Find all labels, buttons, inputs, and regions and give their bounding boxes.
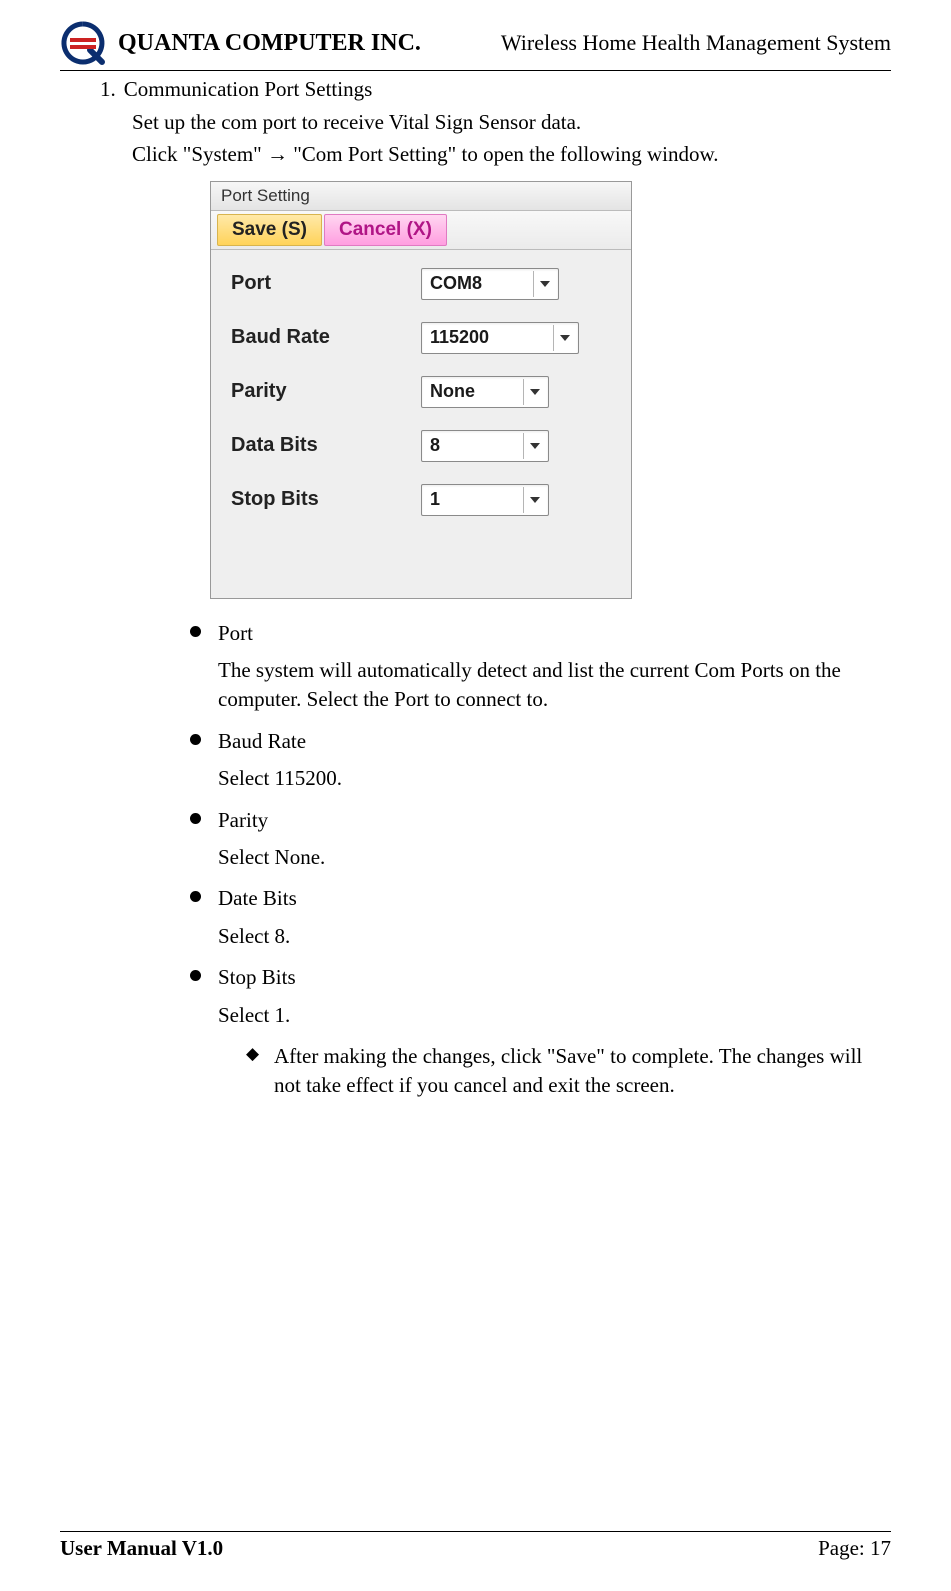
stopbits-label: Stop Bits bbox=[231, 488, 421, 511]
footer-divider bbox=[60, 1531, 891, 1532]
footer-left: User Manual V1.0 bbox=[60, 1536, 223, 1561]
bullet-baud-body: Select 115200. bbox=[218, 764, 891, 793]
bullet-parity-title: Parity bbox=[218, 808, 268, 832]
bullet-databits-body: Select 8. bbox=[218, 922, 891, 951]
bullet-parity-body: Select None. bbox=[218, 843, 891, 872]
bullet-note: After making the changes, click "Save" t… bbox=[246, 1042, 891, 1101]
bullet-stopbits-body: Select 1. bbox=[218, 1001, 891, 1030]
cancel-button[interactable]: Cancel (X) bbox=[324, 214, 447, 246]
stopbits-combo[interactable]: 1 bbox=[421, 484, 549, 516]
section-line2: Click "System" → "Com Port Setting" to o… bbox=[100, 140, 891, 168]
bullet-port: Port The system will automatically detec… bbox=[190, 619, 891, 715]
section-line1: Set up the com port to receive Vital Sig… bbox=[100, 108, 891, 136]
save-button[interactable]: Save (S) bbox=[217, 214, 322, 246]
baud-label: Baud Rate bbox=[231, 326, 421, 349]
section-title: Communication Port Settings bbox=[124, 77, 373, 102]
bullet-baud: Baud Rate Select 115200. bbox=[190, 727, 891, 794]
company-logo bbox=[60, 20, 106, 66]
chevron-down-icon bbox=[553, 325, 576, 351]
bullet-stopbits: Stop Bits Select 1. After making the cha… bbox=[190, 963, 891, 1101]
chevron-down-icon bbox=[533, 271, 556, 297]
bullet-stopbits-title: Stop Bits bbox=[218, 965, 296, 989]
port-combo[interactable]: COM8 bbox=[421, 268, 559, 300]
parity-label: Parity bbox=[231, 380, 421, 403]
parity-combo[interactable]: None bbox=[421, 376, 549, 408]
databits-label: Data Bits bbox=[231, 434, 421, 457]
port-value: COM8 bbox=[430, 273, 482, 294]
bullet-port-body: The system will automatically detect and… bbox=[218, 656, 891, 715]
chevron-down-icon bbox=[523, 487, 546, 513]
dialog-title: Port Setting bbox=[211, 182, 631, 211]
page-footer: User Manual V1.0 Page: 17 bbox=[60, 1521, 891, 1562]
databits-value: 8 bbox=[430, 435, 440, 456]
bullet-port-title: Port bbox=[218, 621, 253, 645]
chevron-down-icon bbox=[523, 433, 546, 459]
bullet-databits-title: Date Bits bbox=[218, 886, 297, 910]
doc-title: Wireless Home Health Management System bbox=[501, 30, 891, 56]
databits-combo[interactable]: 8 bbox=[421, 430, 549, 462]
port-label: Port bbox=[231, 272, 421, 295]
bullet-parity: Parity Select None. bbox=[190, 806, 891, 873]
chevron-down-icon bbox=[523, 379, 546, 405]
header-divider bbox=[60, 70, 891, 71]
dialog-toolbar: Save (S) Cancel (X) bbox=[211, 211, 631, 250]
parity-value: None bbox=[430, 381, 475, 402]
bullet-databits: Date Bits Select 8. bbox=[190, 884, 891, 951]
company-name: QUANTA COMPUTER INC. bbox=[118, 30, 421, 57]
footer-right: Page: 17 bbox=[818, 1536, 891, 1561]
baud-combo[interactable]: 115200 bbox=[421, 322, 579, 354]
port-setting-dialog: Port Setting Save (S) Cancel (X) Port CO… bbox=[210, 181, 632, 599]
baud-value: 115200 bbox=[430, 327, 489, 348]
stopbits-value: 1 bbox=[430, 489, 440, 510]
section-number: 1. bbox=[100, 77, 116, 102]
bullet-baud-title: Baud Rate bbox=[218, 729, 306, 753]
page-header: QUANTA COMPUTER INC. Wireless Home Healt… bbox=[60, 20, 891, 66]
